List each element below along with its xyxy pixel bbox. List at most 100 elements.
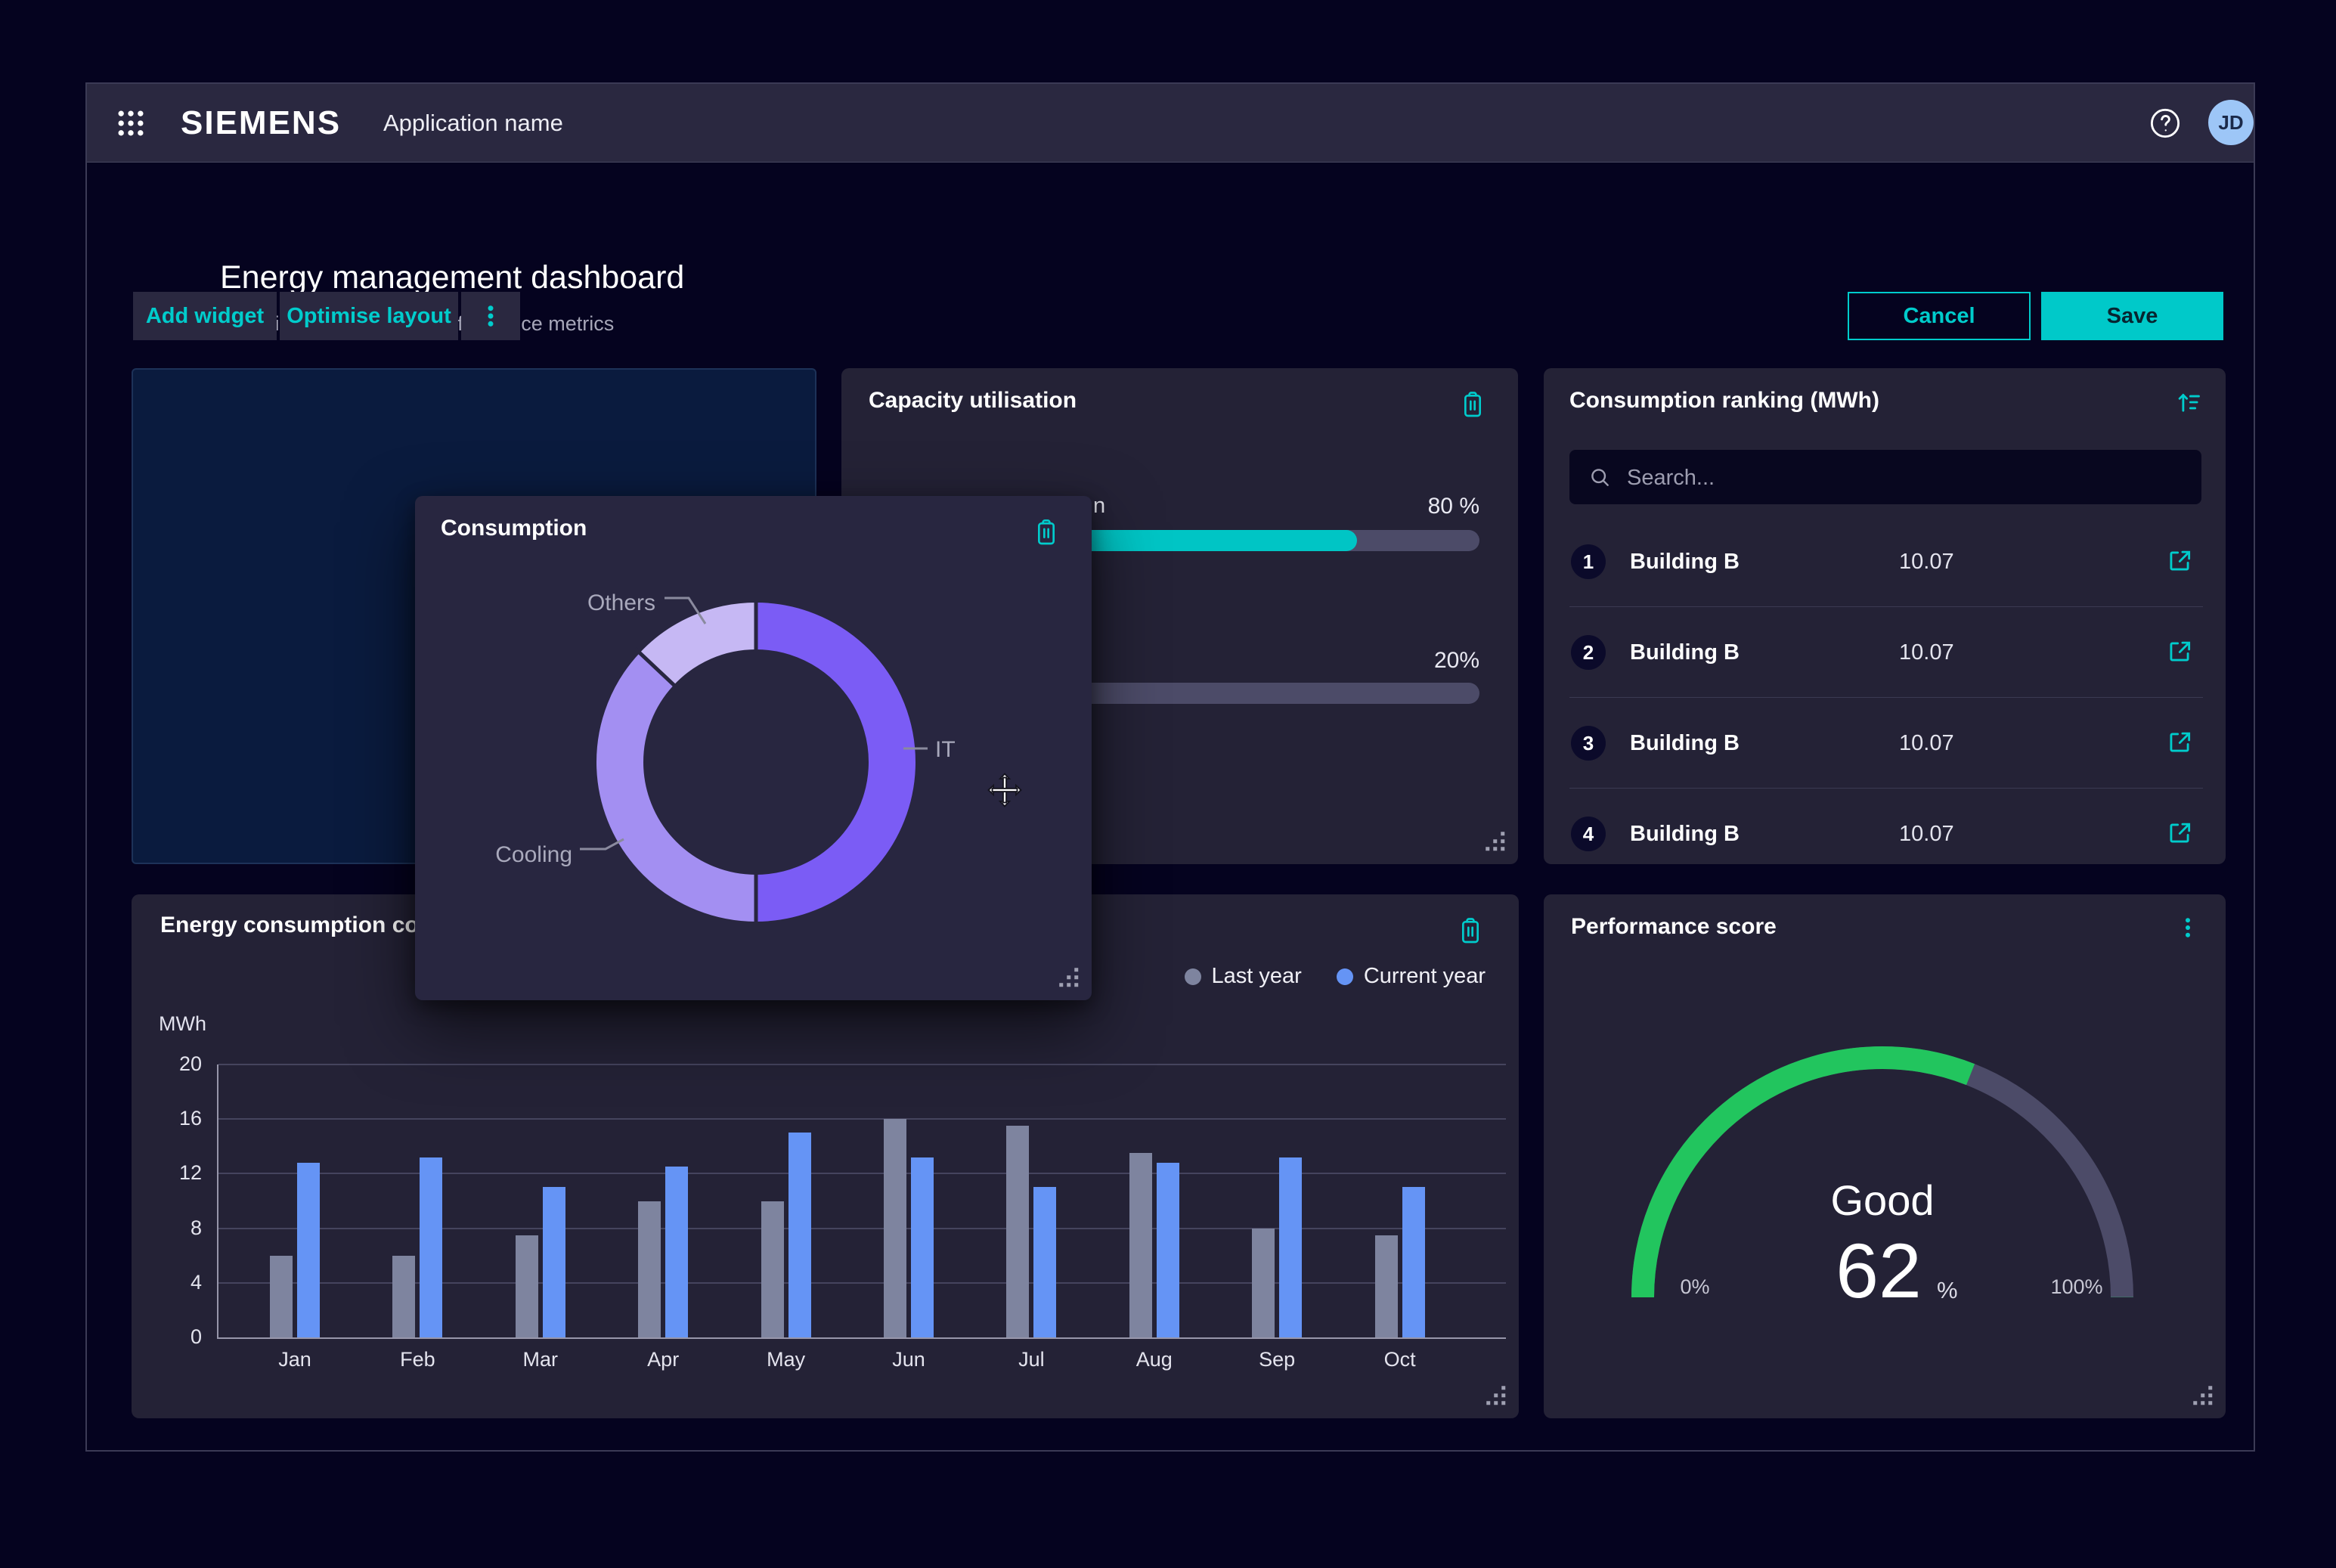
rank-badge: 2 <box>1571 635 1606 670</box>
delete-widget-icon[interactable] <box>1455 914 1486 947</box>
gridline <box>218 1228 1506 1229</box>
consumption-value: 10.07 <box>1899 822 1954 847</box>
building-name: Building B <box>1630 822 1740 847</box>
application-name: Application name <box>383 84 563 162</box>
gridline <box>218 1173 1506 1174</box>
bar-last-year <box>884 1119 906 1337</box>
consumption-value: 10.07 <box>1899 731 1954 756</box>
consumption-value: 10.07 <box>1899 640 1954 665</box>
x-tick-label: Feb <box>372 1348 463 1371</box>
legend-label: Last year <box>1212 964 1302 989</box>
bar-chart-plot: 048121620JanFebMarAprMayJunJulAugSepOct <box>217 1064 1506 1339</box>
legend-dot-icon <box>1185 968 1201 985</box>
bar-current-year <box>420 1157 442 1337</box>
bar-current-year <box>1157 1163 1179 1337</box>
y-axis-unit: MWh <box>159 1012 206 1036</box>
user-avatar[interactable]: JD <box>2208 100 2254 145</box>
external-link-icon[interactable] <box>2165 637 2194 666</box>
donut-label-connector <box>580 839 624 849</box>
bar-last-year <box>392 1256 415 1337</box>
delete-widget-icon[interactable] <box>1458 388 1488 421</box>
search-icon <box>1588 465 1612 489</box>
bar-last-year <box>638 1201 661 1338</box>
bar-current-year <box>543 1187 565 1337</box>
bar-current-year <box>297 1163 320 1337</box>
building-name: Building B <box>1630 640 1740 665</box>
legend-item: Current year <box>1337 964 1486 989</box>
resize-handle-icon[interactable] <box>1485 831 1507 854</box>
bar-current-year <box>665 1167 688 1337</box>
sort-icon[interactable] <box>2174 388 2203 417</box>
ranking-row: 2 Building B 10.07 <box>1569 606 2203 697</box>
siemens-logo: SIEMENS <box>181 84 341 162</box>
building-name: Building B <box>1630 550 1740 575</box>
bar-last-year <box>1252 1229 1275 1337</box>
ranking-widget: Consumption ranking (MWh) 1Building B10.… <box>1544 368 2226 864</box>
donut-segment-label: Others <box>587 590 655 615</box>
ranking-row: 3Building B10.07 <box>1569 697 2203 788</box>
gauge-max-label: 100% <box>2039 1275 2114 1299</box>
optimise-layout-button[interactable]: Optimise layout <box>280 292 458 340</box>
x-tick-label: Sep <box>1232 1348 1322 1371</box>
rank-badge: 4 <box>1571 817 1606 851</box>
bar-last-year <box>1375 1235 1398 1337</box>
progress-value: 20% <box>1434 648 1479 674</box>
x-tick-label: Apr <box>618 1348 708 1371</box>
y-tick-label: 20 <box>156 1052 202 1076</box>
performance-widget: Performance score Good 62 % 0% 100% <box>1544 894 2226 1418</box>
y-tick-label: 8 <box>156 1216 202 1240</box>
resize-handle-icon[interactable] <box>1486 1385 1508 1408</box>
bar-last-year <box>761 1201 784 1338</box>
bar-current-year <box>911 1157 934 1337</box>
x-tick-label: Jan <box>249 1348 340 1371</box>
bar-last-year <box>270 1256 293 1337</box>
move-cursor-icon <box>987 773 1022 807</box>
help-icon[interactable] <box>2148 106 2183 141</box>
x-tick-label: Jul <box>986 1348 1077 1371</box>
widget-title: Capacity utilisation <box>869 388 1077 414</box>
bar-current-year <box>1279 1157 1302 1337</box>
resize-handle-icon[interactable] <box>1058 967 1081 990</box>
widget-title: Energy consumption com <box>160 913 438 938</box>
donut-chart: ITCoolingOthers <box>415 496 1092 1000</box>
legend-label: Current year <box>1364 964 1486 989</box>
donut-segment-label: Cooling <box>495 842 572 867</box>
external-link-icon[interactable] <box>2165 819 2194 848</box>
external-link-icon[interactable] <box>2165 547 2194 575</box>
toolbar-kebab-button[interactable] <box>461 292 520 340</box>
consumption-value: 10.07 <box>1899 550 1954 575</box>
cancel-button[interactable]: Cancel <box>1848 292 2031 340</box>
y-tick-label: 12 <box>156 1161 202 1185</box>
bar-last-year <box>1129 1153 1152 1337</box>
building-name: Building B <box>1630 731 1740 756</box>
bar-current-year <box>788 1133 811 1337</box>
progress-value: 80 % <box>1428 494 1479 519</box>
y-tick-label: 4 <box>156 1271 202 1294</box>
ranking-row: 1Building B10.07 <box>1569 516 2203 606</box>
resize-handle-icon[interactable] <box>2192 1385 2215 1408</box>
consumption-widget-dragging[interactable]: Consumption ITCoolingOthers <box>415 496 1092 1000</box>
gauge-value: 62 <box>1750 1227 2007 1315</box>
add-widget-button[interactable]: Add widget <box>133 292 277 340</box>
bar-last-year <box>516 1235 538 1337</box>
gauge-unit: % <box>1937 1277 1958 1304</box>
gridline <box>218 1118 1506 1120</box>
search-input[interactable] <box>1625 450 2188 506</box>
x-tick-label: Jun <box>863 1348 954 1371</box>
y-tick-label: 0 <box>156 1325 202 1349</box>
bar-current-year <box>1402 1187 1425 1337</box>
x-tick-label: Oct <box>1355 1348 1445 1371</box>
y-tick-label: 16 <box>156 1107 202 1130</box>
x-tick-label: Aug <box>1109 1348 1200 1371</box>
gauge-chart <box>1544 894 2226 1418</box>
ranking-row: 4 Building B 10.07 <box>1569 788 2203 879</box>
save-button[interactable]: Save <box>2041 292 2223 340</box>
app-header: SIEMENS Application name JD <box>87 84 2254 163</box>
app-launcher-grid-icon[interactable] <box>114 107 147 140</box>
widget-title: Consumption ranking (MWh) <box>1569 388 1879 414</box>
x-tick-label: May <box>741 1348 832 1371</box>
chart-legend: Last year Current year <box>1185 964 1486 989</box>
gridline <box>218 1064 1506 1065</box>
search-box <box>1569 450 2201 504</box>
external-link-icon[interactable] <box>2165 728 2194 757</box>
